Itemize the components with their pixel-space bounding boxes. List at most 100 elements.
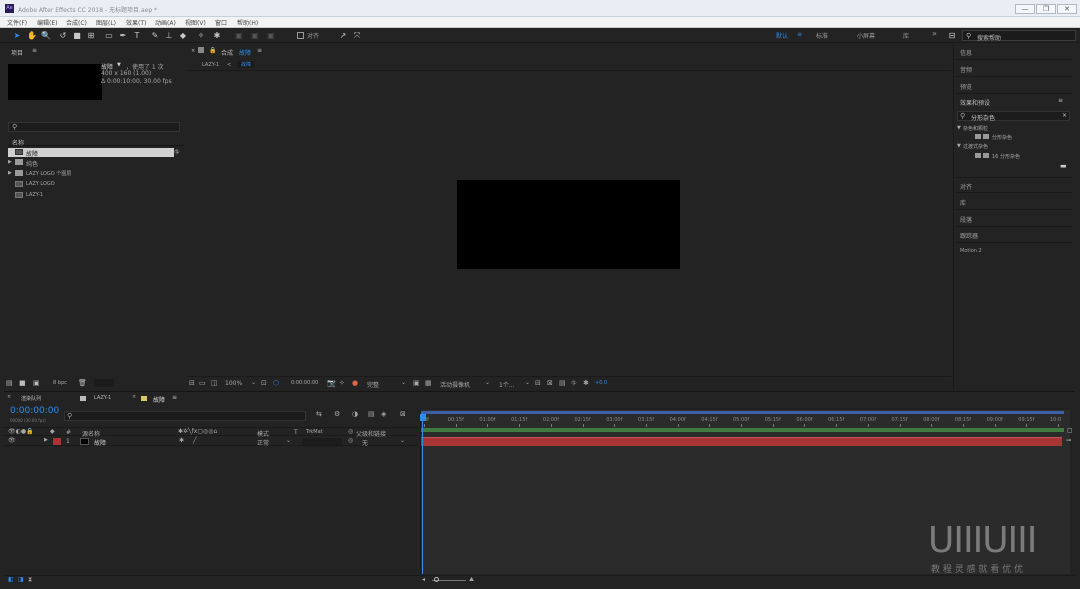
workspace-default[interactable]: 默认	[776, 31, 788, 40]
clear-search-icon[interactable]: ×	[1062, 112, 1067, 119]
flowchart-icon[interactable]: ⛗	[571, 379, 577, 388]
project-search-input[interactable]: ⚲	[8, 122, 180, 132]
expand-arrow-icon[interactable]: ▶	[8, 170, 12, 176]
snap-option-icon[interactable]: ↗	[338, 30, 348, 41]
parent-select[interactable]: 无	[362, 438, 368, 447]
project-item-row[interactable]: LAZY LOGO	[8, 180, 174, 189]
project-panel-title[interactable]: 项目	[11, 48, 23, 57]
view-axis-icon[interactable]: ▣	[266, 30, 276, 41]
lock-icon[interactable]	[198, 47, 204, 53]
panel-menu-icon[interactable]: ≡	[1058, 97, 1063, 104]
layer-duration-bar[interactable]	[421, 437, 1062, 446]
eye-icon[interactable]: 👁	[8, 437, 16, 444]
tab-render-queue[interactable]: 渲染队列	[21, 395, 41, 402]
comp-button-icon[interactable]: ▢	[1067, 427, 1073, 434]
menu-edit[interactable]: 编辑(E)	[37, 18, 57, 27]
chevron-down-icon[interactable]: ⌄	[485, 379, 490, 386]
comp-mini-flowchart-icon[interactable]: ⇆	[316, 410, 322, 418]
zoom-tool-icon[interactable]: 🔍	[41, 30, 51, 41]
hand-tool-icon[interactable]: ✋	[27, 30, 37, 41]
local-axis-icon[interactable]: ▣	[234, 30, 244, 41]
views-select[interactable]: 1个...	[499, 380, 515, 389]
chevron-down-icon[interactable]: ⌄	[401, 379, 406, 386]
project-footer-field[interactable]	[94, 379, 114, 387]
new-composition-icon[interactable]: ▣	[33, 379, 40, 387]
puppet-pin-tool-icon[interactable]: ✱	[212, 30, 222, 41]
time-navigator-bar[interactable]	[421, 411, 1064, 414]
timeline-timecode[interactable]: 0:00:00:00	[10, 406, 59, 416]
effects-panel-title[interactable]: 效果和预设	[960, 98, 990, 107]
layer-row[interactable]: 👁 ▶ 1 故障 ✱ ╱ 正常 ⌄ ◎ 无 ⌄	[4, 437, 418, 447]
grid-icon[interactable]: ⊡	[261, 379, 267, 387]
clone-stamp-tool-icon[interactable]: ⊥	[164, 30, 174, 41]
workspace-standard[interactable]: 标准	[816, 31, 828, 40]
effects-search-input[interactable]: ⚲ 分形杂色 ×	[957, 111, 1070, 122]
exposure-icon[interactable]: ✱	[583, 379, 589, 387]
toggle-modes-icon[interactable]: ◨	[18, 576, 24, 583]
chevron-down-icon[interactable]: ⌄	[251, 379, 256, 386]
label-color-swatch[interactable]	[53, 438, 61, 445]
menu-animation[interactable]: 动画(A)	[155, 18, 176, 27]
render-time-icon[interactable]: ⧗	[28, 576, 32, 584]
panel-menu-icon[interactable]: ≡	[172, 394, 177, 401]
expand-arrow-icon[interactable]: ▶	[8, 159, 12, 165]
menu-help[interactable]: 帮助(H)	[237, 18, 258, 27]
new-folder-icon[interactable]: ■	[19, 379, 26, 387]
effects-category[interactable]: 杂色和颗粒	[963, 125, 988, 132]
type-tool-icon[interactable]: T	[132, 30, 142, 41]
align-panel-tab[interactable]: 对齐	[955, 177, 1072, 193]
draft-3d-icon[interactable]: ⚙	[334, 410, 340, 418]
brush-tool-icon[interactable]: ✎	[150, 30, 160, 41]
world-axis-icon[interactable]: ▣	[250, 30, 260, 41]
column-trkmat-header[interactable]: TrkMat	[306, 429, 323, 435]
chevron-down-icon[interactable]: ⌄	[525, 379, 530, 386]
rotate-tool-icon[interactable]: ↺	[58, 30, 68, 41]
layer-name[interactable]: 故障	[94, 438, 106, 447]
zoom-out-icon[interactable]: ◂	[422, 576, 425, 583]
audio-panel-tab[interactable]: 音频	[955, 61, 1072, 77]
work-area-bar[interactable]	[421, 428, 1064, 432]
workspace-more-icon[interactable]: »	[932, 29, 937, 38]
viewer-timecode[interactable]: 0:00:00:00	[291, 380, 318, 386]
timeline-search-input[interactable]: ⚲	[64, 411, 306, 421]
pen-tool-icon[interactable]: ✒	[118, 30, 128, 41]
quality-switch-icon[interactable]: ╱	[193, 437, 197, 444]
tab-glitch[interactable]: 故障	[153, 395, 165, 404]
selection-tool-icon[interactable]: ➤	[12, 30, 22, 41]
workspace-menu-icon[interactable]: ≡	[797, 31, 802, 38]
bpc-label[interactable]: 8 bpc	[53, 380, 67, 386]
parent-pickwhip-icon[interactable]: ◎	[348, 437, 353, 444]
effect-item[interactable]: 分形杂色	[992, 134, 1012, 141]
maximize-button[interactable]: ❐	[1036, 4, 1056, 14]
timeline-icon[interactable]: ▤	[559, 379, 566, 387]
project-item-row[interactable]: LAZY-1	[8, 191, 174, 200]
current-time-indicator-head[interactable]	[420, 414, 426, 421]
region-of-interest-icon[interactable]: ⬡	[273, 379, 279, 387]
menu-layer[interactable]: 图层(L)	[96, 18, 116, 27]
comp-panel-title[interactable]: 合成	[221, 48, 233, 57]
mask-visibility-icon[interactable]: ◫	[211, 379, 218, 387]
new-preset-icon[interactable]: ▬	[1060, 162, 1067, 170]
rectangle-tool-icon[interactable]: ▭	[104, 30, 114, 41]
close-tab-icon[interactable]: ×	[132, 394, 136, 400]
composition-canvas[interactable]	[457, 180, 680, 269]
project-folder-row[interactable]: ▶ 纯色	[8, 158, 174, 168]
zoom-level[interactable]: 100%	[225, 380, 242, 387]
column-name-header[interactable]: 名称	[12, 138, 24, 147]
reset-exposure-icon[interactable]: ⊠	[547, 379, 553, 387]
workspace-libraries[interactable]: 库	[903, 31, 909, 40]
dropdown-icon[interactable]: ▼	[117, 62, 121, 68]
motion-blur-icon[interactable]: ◈	[381, 410, 386, 418]
layer-mode-select[interactable]: 正常	[257, 438, 269, 447]
current-time-indicator[interactable]	[422, 413, 423, 574]
flowchart-icon[interactable]: ⛗	[174, 148, 180, 157]
snapshot-icon[interactable]: 📷	[327, 379, 336, 387]
close-button[interactable]: ✕	[1057, 4, 1077, 14]
fast-preview-icon[interactable]: ▣	[413, 379, 420, 387]
interpret-footage-icon[interactable]: ▤	[6, 379, 13, 387]
workspace-small-screen[interactable]: 小屏幕	[857, 31, 875, 40]
close-tab-icon[interactable]: ×	[7, 394, 11, 400]
toggle-switches-icon[interactable]: ◧	[8, 576, 14, 583]
graph-editor-icon[interactable]: ⊠	[400, 410, 406, 418]
toggle-pixel-icon[interactable]: ⊟	[535, 379, 541, 387]
